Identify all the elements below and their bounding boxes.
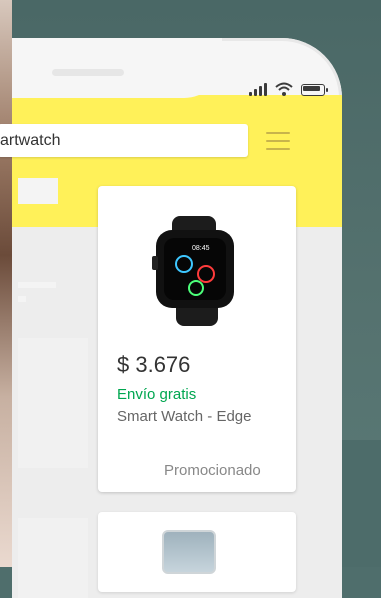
photo-edge xyxy=(0,0,12,567)
phone-notch xyxy=(12,38,222,98)
hamburger-menu-icon[interactable] xyxy=(266,132,290,150)
product-title[interactable]: Smart Watch - Edge xyxy=(117,408,252,425)
promoted-badge: Promocionado xyxy=(164,462,261,479)
phone-speaker xyxy=(52,69,124,76)
product-price: $ 3.676 xyxy=(117,352,191,377)
search-input[interactable]: artwatch xyxy=(0,124,248,157)
product-image: 08:45 xyxy=(150,216,242,331)
ghost-line xyxy=(18,282,56,288)
product-image xyxy=(162,530,216,574)
wifi-icon xyxy=(275,82,293,96)
ghost-line xyxy=(18,296,26,302)
free-shipping-label: Envío gratis xyxy=(117,386,197,403)
ghost-block xyxy=(18,518,88,598)
ghost-block xyxy=(18,178,58,204)
watch-time: 08:45 xyxy=(192,245,210,252)
signal-icon xyxy=(249,83,267,96)
search-query: artwatch xyxy=(0,131,61,149)
status-bar xyxy=(249,82,328,96)
ghost-block xyxy=(18,338,88,468)
battery-icon xyxy=(301,84,328,96)
